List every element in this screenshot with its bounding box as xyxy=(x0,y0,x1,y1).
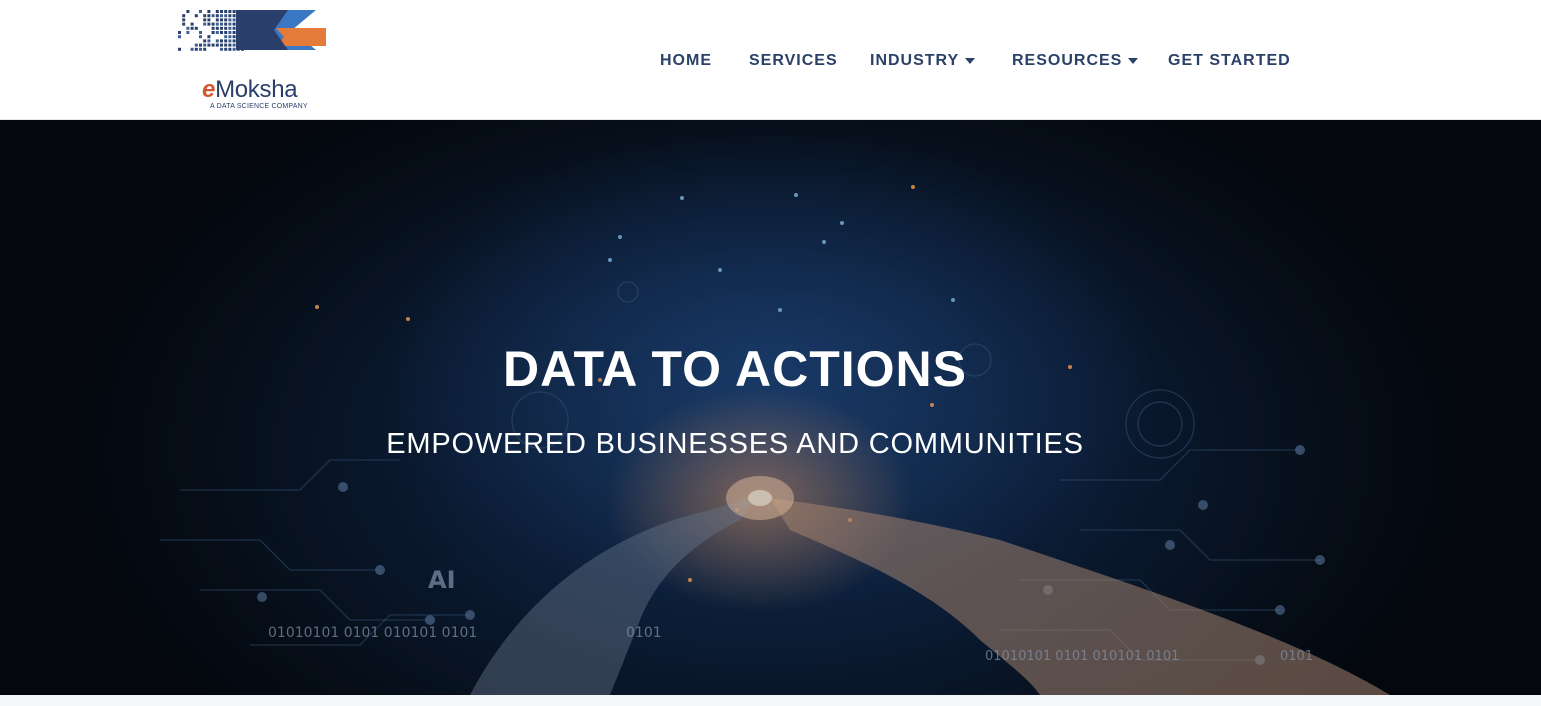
hero-title: DATA TO ACTIONS xyxy=(502,341,968,397)
nav-industry[interactable]: INDUSTRY xyxy=(870,50,976,72)
site-header: eMoksha A DATA SCIENCE COMPANY HOME SERV… xyxy=(0,0,1541,120)
logo-mark-icon xyxy=(178,10,326,51)
emoksha-logo[interactable]: eMoksha A DATA SCIENCE COMPANY xyxy=(176,8,332,112)
caret-down-icon xyxy=(1128,58,1139,64)
caret-down-icon xyxy=(965,58,976,64)
logo-tagline: A DATA SCIENCE COMPANY xyxy=(210,103,308,110)
nav-get-started[interactable]: GET STARTED xyxy=(1168,50,1291,72)
page-bottom-strip xyxy=(0,695,1541,706)
nav-services[interactable]: SERVICES xyxy=(749,50,838,72)
hero-subtitle: EMPOWERED BUSINESSES AND COMMUNITIES xyxy=(386,428,1084,460)
hero-background-image: AI 01010101 0101 010101 0101 0101 010101… xyxy=(0,120,1541,695)
nav-home[interactable]: HOME xyxy=(660,50,712,72)
nav-resources[interactable]: RESOURCES xyxy=(1012,50,1139,72)
hero-banner: AI 01010101 0101 010101 0101 0101 010101… xyxy=(0,120,1541,695)
logo-wordmark: eMoksha xyxy=(202,76,298,103)
